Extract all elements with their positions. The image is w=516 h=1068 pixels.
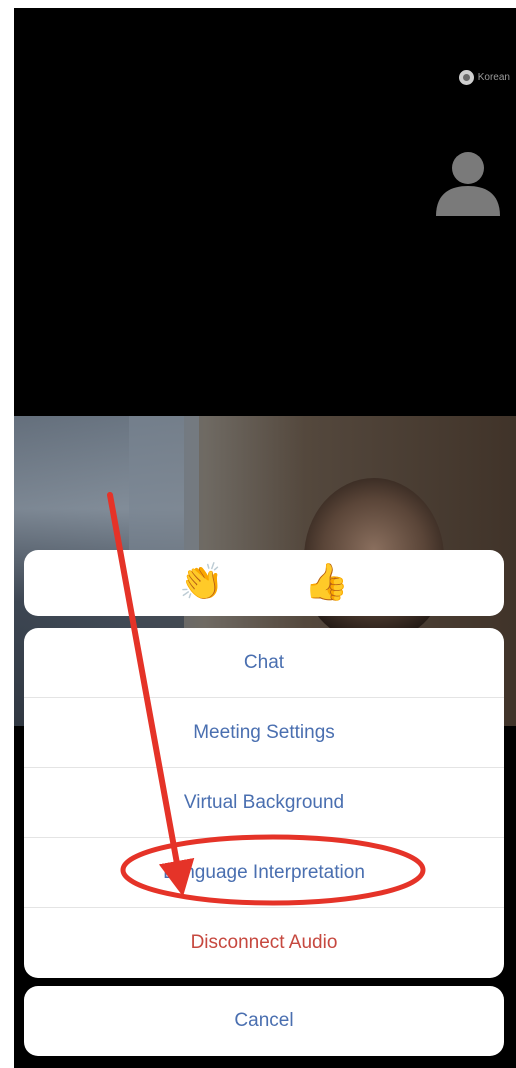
menu-item-virtual-background[interactable]: Virtual Background <box>24 768 504 838</box>
more-options-menu: Chat Meeting Settings Virtual Background… <box>24 628 504 978</box>
language-indicator[interactable]: Korean <box>458 70 510 85</box>
clap-reaction-button[interactable]: 👏 <box>179 565 224 601</box>
menu-item-meeting-settings[interactable]: Meeting Settings <box>24 698 504 768</box>
reactions-bar: 👏 👍 <box>24 550 504 616</box>
menu-item-chat[interactable]: Chat <box>24 628 504 698</box>
thumbs-up-reaction-button[interactable]: 👍 <box>304 565 349 601</box>
globe-icon <box>458 70 474 85</box>
menu-item-language-interpretation[interactable]: Language Interpretation <box>24 838 504 908</box>
language-indicator-label: Korean <box>477 72 510 83</box>
meeting-screen: Korean 👏 👍 Chat Meeting Settings Virtual… <box>14 8 516 1068</box>
cancel-button[interactable]: Cancel <box>24 986 504 1056</box>
person-avatar-icon <box>436 152 500 216</box>
menu-item-disconnect-audio[interactable]: Disconnect Audio <box>24 908 504 978</box>
